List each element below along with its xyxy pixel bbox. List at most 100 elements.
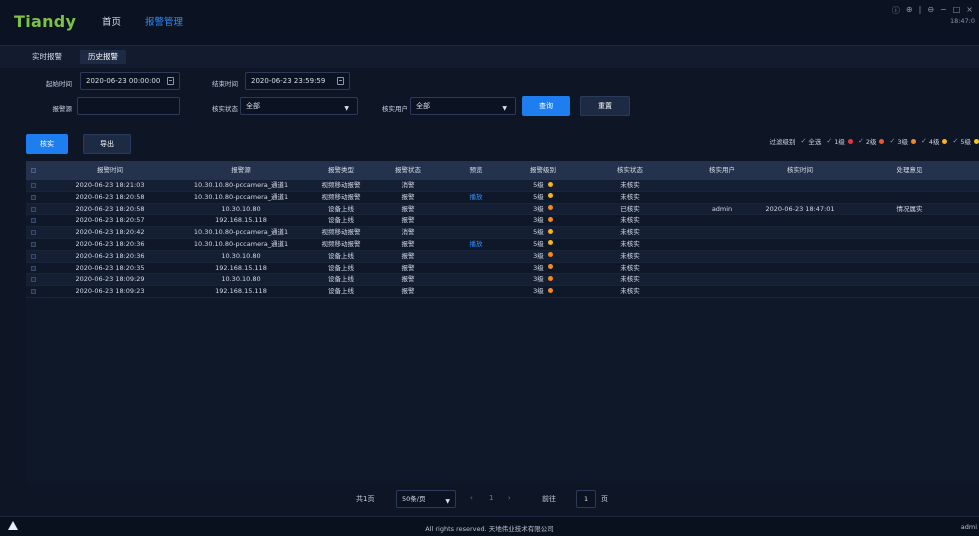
row-checkbox[interactable] xyxy=(31,241,36,247)
tab-realtime-alarm[interactable]: 实时报警 xyxy=(24,50,70,64)
cell-alarm-status-text: 报警 xyxy=(401,216,415,225)
level-color-dot xyxy=(547,252,553,258)
col-alarm-source[interactable]: 报警源 xyxy=(174,161,308,180)
calendar-icon[interactable] xyxy=(337,77,344,85)
table-row[interactable]: 2020-06-23 18:20:35 192.168.15.118 设备上线 报警 3… xyxy=(26,263,979,275)
col-verify-status[interactable]: 核实状态 xyxy=(576,161,684,180)
cell-alarm-status: 报警 xyxy=(374,215,442,227)
cell-preview-text[interactable]: 播放 xyxy=(470,193,483,201)
col-alarm-time[interactable]: 报警时间 xyxy=(46,161,174,180)
lock-icon[interactable]: ⊖ xyxy=(927,5,934,16)
cell-alarm-time-text: 2020-06-23 18:20:42 xyxy=(75,228,145,237)
table-row[interactable]: 2020-06-23 18:09:29 10.30.10.80 设备上线 报警 3级 未核… xyxy=(26,274,979,287)
cell-preview[interactable]: 播放 xyxy=(442,192,510,204)
col-alarm-type[interactable]: 报警类型 xyxy=(308,161,374,180)
page-size-select[interactable]: 50条/页 ▼ xyxy=(396,490,456,508)
verify-status-label: 核实状态 xyxy=(212,105,238,113)
cell-preview-text[interactable]: 播放 xyxy=(470,240,483,248)
level-checkbox-all[interactable]: ✓ 全选 xyxy=(801,136,822,146)
level-label: 5级 xyxy=(960,138,971,146)
current-user[interactable]: admi xyxy=(961,523,977,531)
chevron-down-icon: ▼ xyxy=(502,105,507,112)
table-row[interactable]: 2020-06-23 18:20:58 10.30.10.80-pccamera_… xyxy=(26,192,979,204)
col-alarm-level[interactable]: 报警级别 xyxy=(510,161,576,180)
row-checkbox[interactable] xyxy=(31,218,36,224)
nav-item-home[interactable]: 首页 xyxy=(90,0,133,46)
table-row[interactable]: 2020-06-23 18:20:42 10.30.10.80-pccamera_… xyxy=(26,227,979,239)
level-checkbox-4[interactable]: ✓ 4级 xyxy=(921,136,948,146)
row-checkbox[interactable] xyxy=(31,206,36,212)
cell-verify-time-text: 2020-06-23 18:47:01 xyxy=(765,204,835,213)
col-verify-time[interactable]: 核实时间 xyxy=(760,161,840,180)
table-row[interactable]: 2020-06-23 18:09:23 192.168.15.118 设备上线 报警 3… xyxy=(26,286,979,298)
cell-alarm-type-text: 设备上线 xyxy=(328,275,354,284)
cell-alarm-time: 2020-06-23 18:20:58 xyxy=(46,192,174,204)
alarm-source-input[interactable] xyxy=(77,97,180,115)
close-icon[interactable]: × xyxy=(966,5,973,16)
row-checkbox[interactable] xyxy=(31,183,36,188)
table-row[interactable]: 2020-06-23 18:20:57 192.168.15.118 设备上线 报警 3… xyxy=(26,215,979,228)
cell-alarm-source: 10.30.10.80-pccamera_通道1 xyxy=(174,192,308,204)
globe-icon[interactable]: ⊕ xyxy=(906,5,913,16)
row-checkbox[interactable] xyxy=(31,265,36,271)
select-all-checkbox[interactable] xyxy=(31,168,36,173)
table-row[interactable]: 2020-06-23 18:20:58 10.30.10.80 设备上线 报警 3级 已核… xyxy=(26,203,979,216)
verify-status-select[interactable]: 全部 ▼ xyxy=(240,97,358,115)
start-time-input[interactable]: 2020-06-23 00:00:00 xyxy=(80,72,180,90)
export-button[interactable]: 导出 xyxy=(83,134,131,154)
row-checkbox[interactable] xyxy=(31,230,36,236)
level-checkbox-3[interactable]: ✓ 3级 xyxy=(889,136,916,146)
table-row[interactable]: 2020-06-23 18:21:03 10.30.10.80-pccamera_… xyxy=(26,180,979,192)
cell-alarm-time-text: 2020-06-23 18:21:03 xyxy=(75,181,145,189)
goto-page-input[interactable]: 1 xyxy=(576,490,596,508)
query-button[interactable]: 查询 xyxy=(522,96,570,116)
nav-item-alarm-management[interactable]: 报警管理 xyxy=(133,0,195,46)
level-checkbox-1[interactable]: ✓ 1级 xyxy=(826,136,853,146)
col-preview[interactable]: 预览 xyxy=(442,161,510,180)
tab-history-alarm[interactable]: 历史报警 xyxy=(80,50,126,64)
info-icon[interactable]: ⓘ xyxy=(892,5,900,16)
verify-user-select[interactable]: 全部 ▼ xyxy=(410,97,516,115)
cell-preview xyxy=(442,251,510,263)
cell-alarm-status-text: 报警 xyxy=(401,192,415,201)
col-opinion[interactable]: 处理意见 xyxy=(840,161,979,180)
check-icon: ✓ xyxy=(826,137,833,145)
cell-alarm-source-text: 192.168.15.118 xyxy=(215,287,267,296)
next-page-button[interactable]: › xyxy=(508,494,511,502)
col-alarm-status[interactable]: 报警状态 xyxy=(374,161,442,180)
cell-verify-user xyxy=(684,251,760,263)
minimize-icon[interactable]: − xyxy=(940,5,947,16)
table-row[interactable]: 2020-06-23 18:20:36 10.30.10.80-pccamera_… xyxy=(26,239,979,251)
cell-alarm-status: 报警 xyxy=(374,286,442,298)
verify-button[interactable]: 核实 xyxy=(26,134,68,154)
prev-page-button[interactable]: ‹ xyxy=(470,494,473,502)
end-time-input[interactable]: 2020-06-23 23:59:59 xyxy=(245,72,350,90)
footer: All rights reserved. 天地伟业技术有限公司 admi xyxy=(0,516,979,536)
cell-alarm-status-text: 消警 xyxy=(401,181,415,189)
cell-alarm-level-text: 3级 xyxy=(533,275,544,284)
cell-opinion xyxy=(840,263,979,275)
reset-button[interactable]: 重置 xyxy=(580,96,630,116)
row-checkbox[interactable] xyxy=(31,277,36,283)
check-icon: ✓ xyxy=(857,137,864,145)
cell-alarm-level: 3级 xyxy=(510,263,576,275)
row-checkbox[interactable] xyxy=(31,194,36,200)
level-color-dot xyxy=(974,138,979,144)
row-checkbox[interactable] xyxy=(31,289,36,295)
level-color-dot xyxy=(847,138,853,144)
row-checkbox[interactable] xyxy=(31,253,36,259)
cell-alarm-time-text: 2020-06-23 18:20:58 xyxy=(75,204,145,213)
cell-preview[interactable]: 播放 xyxy=(442,239,510,251)
maximize-icon[interactable]: □ xyxy=(953,5,961,16)
cell-alarm-source: 192.168.15.118 xyxy=(174,263,308,275)
level-checkbox-5[interactable]: ✓ 5级 xyxy=(952,136,979,146)
cell-alarm-status: 报警 xyxy=(374,274,442,286)
col-verify-user[interactable]: 核实用户 xyxy=(684,161,760,180)
cell-alarm-source: 10.30.10.80 xyxy=(174,274,308,286)
calendar-icon[interactable] xyxy=(167,77,174,85)
cell-verify-status: 未核实 xyxy=(576,215,684,227)
level-checkbox-2[interactable]: ✓ 2级 xyxy=(858,136,885,146)
table-row[interactable]: 2020-06-23 18:20:36 10.30.10.80 设备上线 报警 3级 未核… xyxy=(26,250,979,263)
current-page[interactable]: 1 xyxy=(489,494,493,502)
cell-preview xyxy=(442,286,510,298)
